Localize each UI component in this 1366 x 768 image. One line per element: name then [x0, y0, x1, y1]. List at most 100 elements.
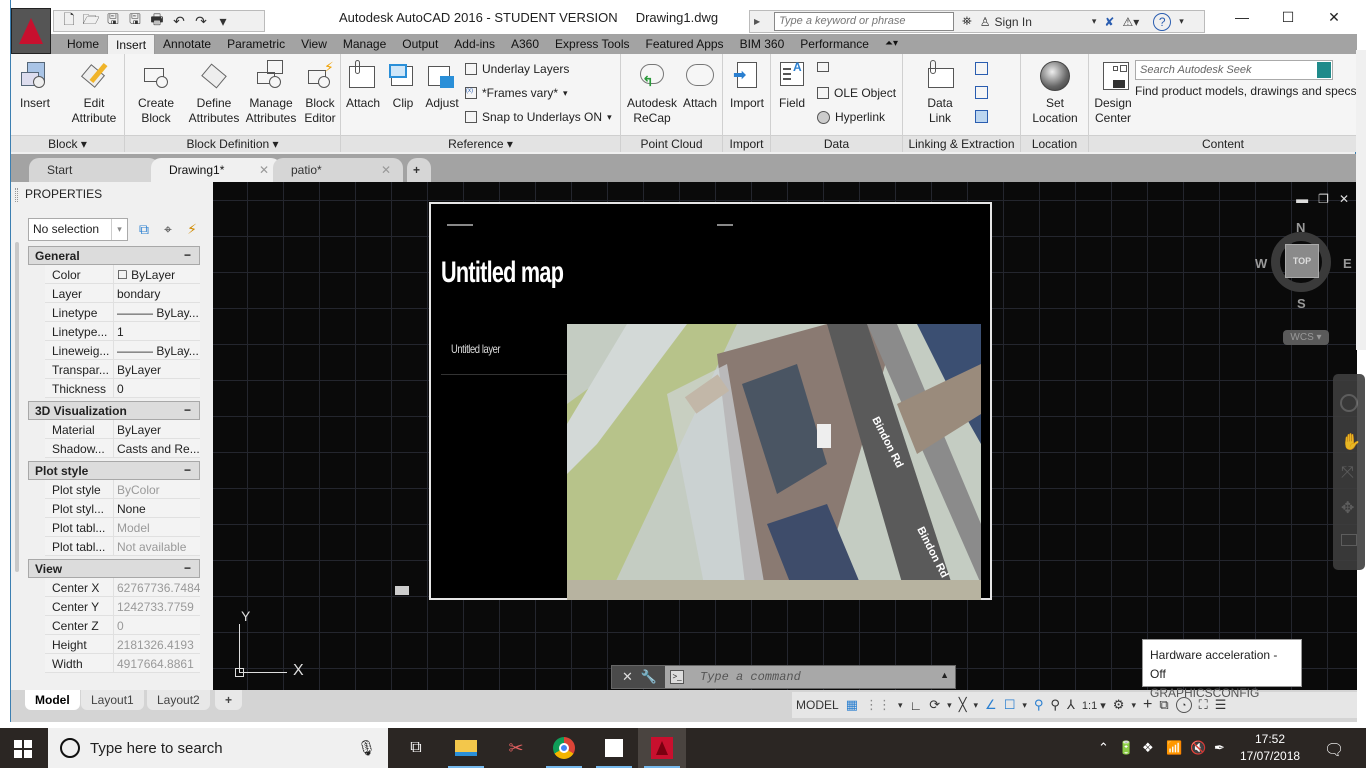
grid-icon[interactable]: ▦	[846, 695, 858, 715]
viewport-restore-icon[interactable]: ❐	[1318, 192, 1329, 206]
ribbon-tab-parametric[interactable]: Parametric	[219, 34, 293, 54]
undo-icon[interactable]: ↶	[170, 13, 188, 29]
command-history-toggle-icon[interactable]: ▲	[940, 670, 949, 680]
property-group-plot-style[interactable]: Plot style −	[28, 461, 200, 480]
help-dropdown-icon[interactable]: ▾	[1179, 16, 1184, 27]
file-tab-start[interactable]: Start	[29, 158, 159, 182]
viewcube[interactable]: TOP N S W E	[1255, 220, 1352, 311]
clip-button[interactable]: Clip	[385, 60, 421, 111]
annotation-scale-icon[interactable]: ⅄	[1067, 695, 1075, 715]
task-view-icon[interactable]: ⧉	[392, 728, 440, 768]
annotation-visibility-icon[interactable]: ⚲	[1034, 695, 1044, 715]
chrome-icon[interactable]	[540, 728, 588, 768]
snipping-tool-icon[interactable]: ✂	[492, 728, 540, 768]
maximize-button[interactable]: ☐	[1265, 0, 1311, 34]
property-value[interactable]: ——— ByLay...	[113, 341, 200, 360]
property-group-view[interactable]: View −	[28, 559, 200, 578]
orbit-icon[interactable]: ✥	[1341, 498, 1354, 518]
snap-dropdown-icon[interactable]: ▾	[898, 695, 903, 715]
property-row[interactable]: Center Z 0	[45, 616, 200, 635]
save-as-icon[interactable]: 🖫	[126, 11, 144, 29]
ribbon-minimize-toggle[interactable]: ⏶▾	[877, 34, 906, 54]
property-row[interactable]: Thickness 0	[45, 379, 200, 398]
ribbon-tab-manage[interactable]: Manage	[335, 34, 394, 54]
collapse-icon[interactable]: −	[184, 463, 191, 477]
ribbon-tab-annotate[interactable]: Annotate	[155, 34, 219, 54]
property-value[interactable]: 0	[113, 379, 200, 398]
set-location-button[interactable]: Set Location	[1025, 60, 1085, 126]
property-value[interactable]: 1242733.7759	[113, 597, 200, 616]
annotation-scale-dropdown[interactable]: 1:1 ▾	[1082, 695, 1106, 715]
insert-button[interactable]: Insert	[15, 60, 55, 111]
polar-tracking-icon[interactable]: ⟳	[929, 695, 940, 715]
auto-scale-icon[interactable]: ⚲	[1050, 695, 1060, 715]
field-button[interactable]: A Field	[775, 60, 809, 111]
properties-scrollbar[interactable]	[15, 242, 19, 572]
ribbon-tab-view[interactable]: View	[293, 34, 335, 54]
property-row[interactable]: Width 4917664.8861	[45, 654, 200, 673]
frames-dropdown[interactable]: (x) *Frames vary* ▾	[465, 86, 568, 100]
action-center-icon[interactable]: 🗨	[1324, 740, 1344, 760]
download-from-source-button[interactable]	[975, 62, 988, 75]
pen-ink-icon[interactable]: ✒	[1214, 740, 1225, 756]
collapse-icon[interactable]: −	[184, 403, 191, 417]
sign-in-dropdown-icon[interactable]: ▾	[1092, 16, 1097, 27]
layout-tab-layout1[interactable]: Layout1	[81, 690, 144, 710]
point-cloud-attach-button[interactable]: Attach	[681, 60, 719, 111]
property-value[interactable]: ByLayer	[113, 360, 200, 379]
property-value[interactable]: ByColor	[113, 480, 200, 499]
snap-underlays-dropdown[interactable]: Snap to Underlays ON ▾	[465, 110, 612, 124]
select-objects-icon[interactable]: ⌖	[159, 220, 177, 238]
snap-mode-icon[interactable]: ⋮⋮	[865, 695, 891, 715]
property-value[interactable]: bondary	[113, 284, 200, 303]
save-icon[interactable]: 🖫	[104, 11, 122, 29]
property-row[interactable]: Color ☐ ByLayer	[45, 265, 200, 284]
ribbon-tab-a360[interactable]: A360	[503, 34, 547, 54]
close-command-line-icon[interactable]: ✕	[622, 669, 633, 685]
pan-icon[interactable]: ✋	[1341, 432, 1361, 452]
close-tab-icon[interactable]: ✕	[381, 158, 391, 182]
showmotion-icon[interactable]	[1341, 534, 1357, 546]
wcs-menu[interactable]: WCS ▾	[1283, 330, 1329, 345]
workspace-dropdown-icon[interactable]: ▾	[1131, 695, 1136, 715]
inserted-map-image[interactable]: Untitled map Untitled layer Bindon Rd Bi…	[429, 202, 992, 600]
property-row[interactable]: Lineweig... ——— ByLay...	[45, 341, 200, 360]
adjust-button[interactable]: Adjust	[423, 60, 461, 111]
compass-north[interactable]: N	[1296, 220, 1305, 235]
command-input[interactable]: Type a command	[668, 668, 938, 686]
property-row[interactable]: Linetype... 1	[45, 322, 200, 341]
ribbon-tab-home[interactable]: Home	[59, 34, 107, 54]
collapse-icon[interactable]: −	[184, 248, 191, 262]
upload-to-source-button[interactable]	[975, 86, 988, 99]
extract-data-button[interactable]	[975, 110, 988, 123]
new-tab-button[interactable]: +	[407, 158, 431, 182]
block-editor-button[interactable]: ⚡ Block Editor	[301, 60, 339, 126]
property-value[interactable]: 62767736.7484	[113, 578, 200, 597]
show-hidden-icons[interactable]: ⌃	[1098, 740, 1109, 756]
binoculars-icon[interactable]: ⛯	[962, 14, 972, 29]
ribbon-tab-performance[interactable]: Performance	[792, 34, 877, 54]
battery-icon[interactable]: 🔋	[1118, 740, 1134, 756]
object-snap-icon[interactable]: ☐	[1004, 695, 1016, 715]
exchange-apps-icon[interactable]: ✘	[1104, 15, 1114, 29]
ribbon-tab-output[interactable]: Output	[394, 34, 446, 54]
property-value[interactable]: 4917664.8861	[113, 654, 200, 673]
customize-icon[interactable]: ▾	[214, 13, 232, 29]
help-icon[interactable]: ?	[1153, 12, 1172, 31]
manage-attributes-button[interactable]: Manage Attributes	[243, 60, 299, 126]
seek-search-icon[interactable]	[1317, 62, 1331, 78]
ribbon-tab-insert[interactable]: Insert	[107, 34, 156, 54]
wifi-icon[interactable]: 📶	[1166, 740, 1182, 756]
minimize-button[interactable]: —	[1219, 0, 1265, 34]
taskbar-clock[interactable]: 17:52 17/07/2018	[1240, 731, 1300, 765]
property-row[interactable]: Plot tabl... Not available	[45, 537, 200, 556]
property-row[interactable]: Material ByLayer	[45, 420, 200, 439]
underlay-layers-button[interactable]: Underlay Layers	[465, 62, 569, 76]
property-row[interactable]: Plot tabl... Model	[45, 518, 200, 537]
redo-icon[interactable]: ↷	[192, 13, 210, 29]
volume-muted-icon[interactable]: 🔇	[1190, 740, 1206, 756]
attach-button[interactable]: Attach	[343, 60, 383, 111]
panel-block-title[interactable]: Block ▾	[11, 135, 124, 152]
ortho-icon[interactable]: ∟	[910, 695, 923, 715]
taskbar-search-box[interactable]: Type here to search 🎙	[48, 728, 388, 768]
